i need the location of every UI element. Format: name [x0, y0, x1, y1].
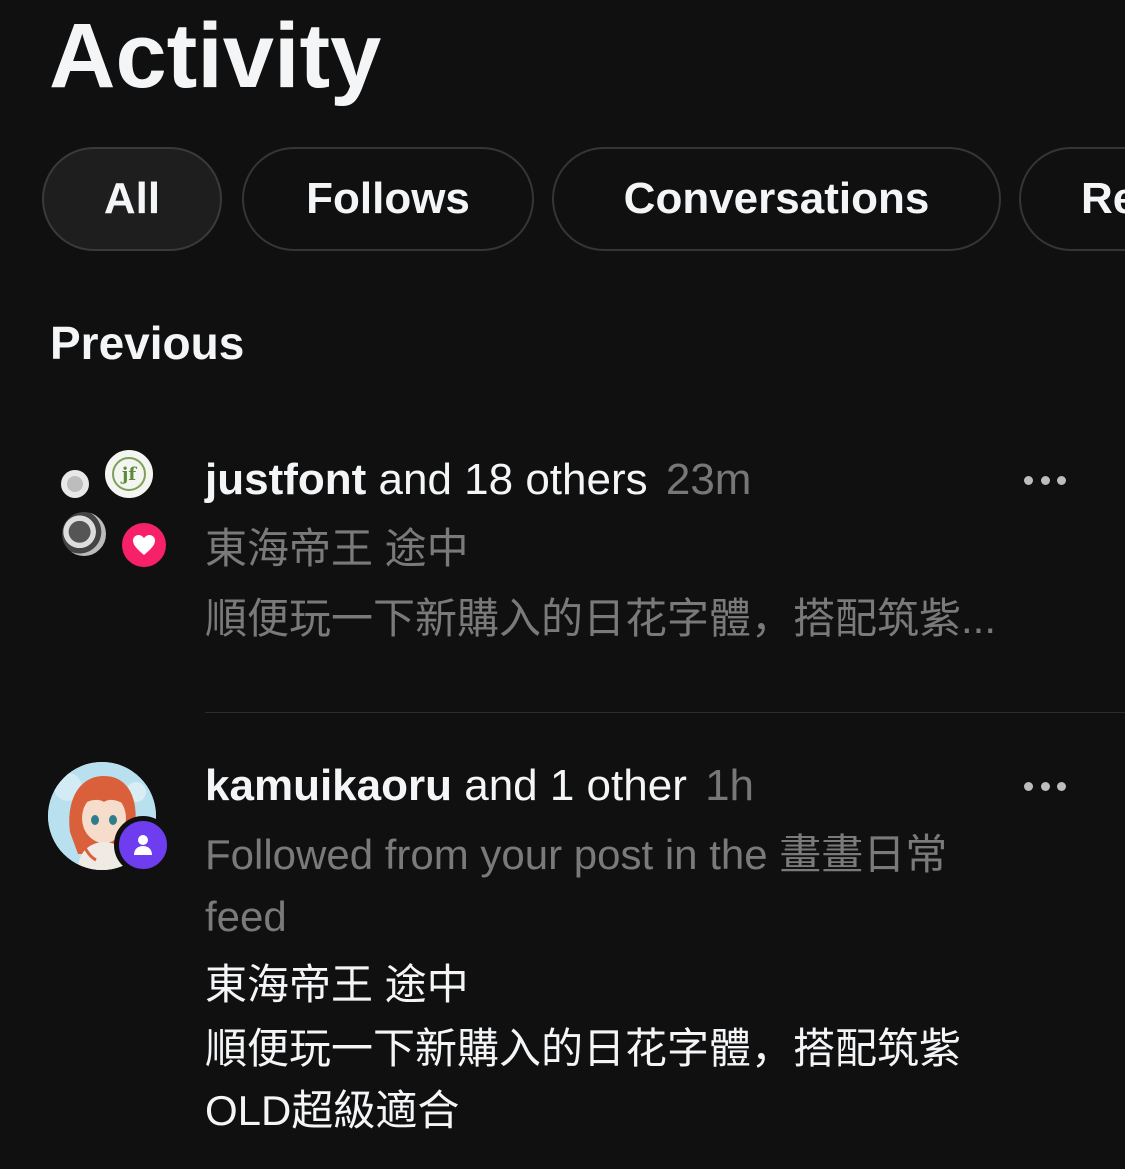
timestamp: 1h	[705, 761, 755, 810]
filter-tabs: All Follows Conversations Re	[42, 147, 1125, 255]
activity-context-line: feed	[205, 893, 287, 940]
post-preview-line: 順便玩一下新購入的日花字體，搭配筑紫	[205, 1025, 962, 1072]
activity-title[interactable]: justfont and 18 others 23m	[205, 455, 752, 504]
section-heading-previous: Previous	[50, 317, 245, 369]
more-options-icon[interactable]	[1024, 473, 1066, 487]
heart-icon	[133, 535, 155, 555]
post-preview-line: 順便玩一下新購入的日花字體，搭配筑紫...	[205, 595, 997, 642]
follow-badge	[114, 816, 172, 874]
activity-title[interactable]: kamuikaoru and 1 other 1h	[205, 761, 755, 810]
avatar	[58, 467, 92, 501]
post-preview-line: OLD超級適合	[205, 1087, 460, 1134]
others-count: and 18 others	[378, 455, 648, 504]
post-preview-line: 東海帝王 途中	[205, 961, 469, 1008]
tab-reposts[interactable]: Re	[1019, 147, 1125, 251]
tab-conversations[interactable]: Conversations	[552, 147, 1001, 251]
tab-follows[interactable]: Follows	[242, 147, 534, 251]
actor-name[interactable]: kamuikaoru	[205, 761, 452, 810]
activity-context-line: Followed from your post in the 畫畫日常	[205, 831, 948, 878]
person-icon	[134, 835, 152, 855]
timestamp: 23m	[665, 455, 752, 504]
page-title: Activity	[49, 5, 382, 107]
tab-all[interactable]: All	[42, 147, 222, 251]
actor-name[interactable]: justfont	[205, 455, 366, 504]
divider	[205, 712, 1125, 713]
others-count: and 1 other	[464, 761, 687, 810]
post-preview-line: 東海帝王 途中	[205, 525, 469, 572]
avatar: jf	[102, 447, 156, 501]
avatar-cluster[interactable]: jf	[55, 447, 175, 571]
avatar	[59, 509, 109, 559]
justfont-logo: jf	[112, 457, 146, 491]
more-options-icon[interactable]	[1024, 779, 1066, 793]
like-badge	[118, 519, 170, 571]
